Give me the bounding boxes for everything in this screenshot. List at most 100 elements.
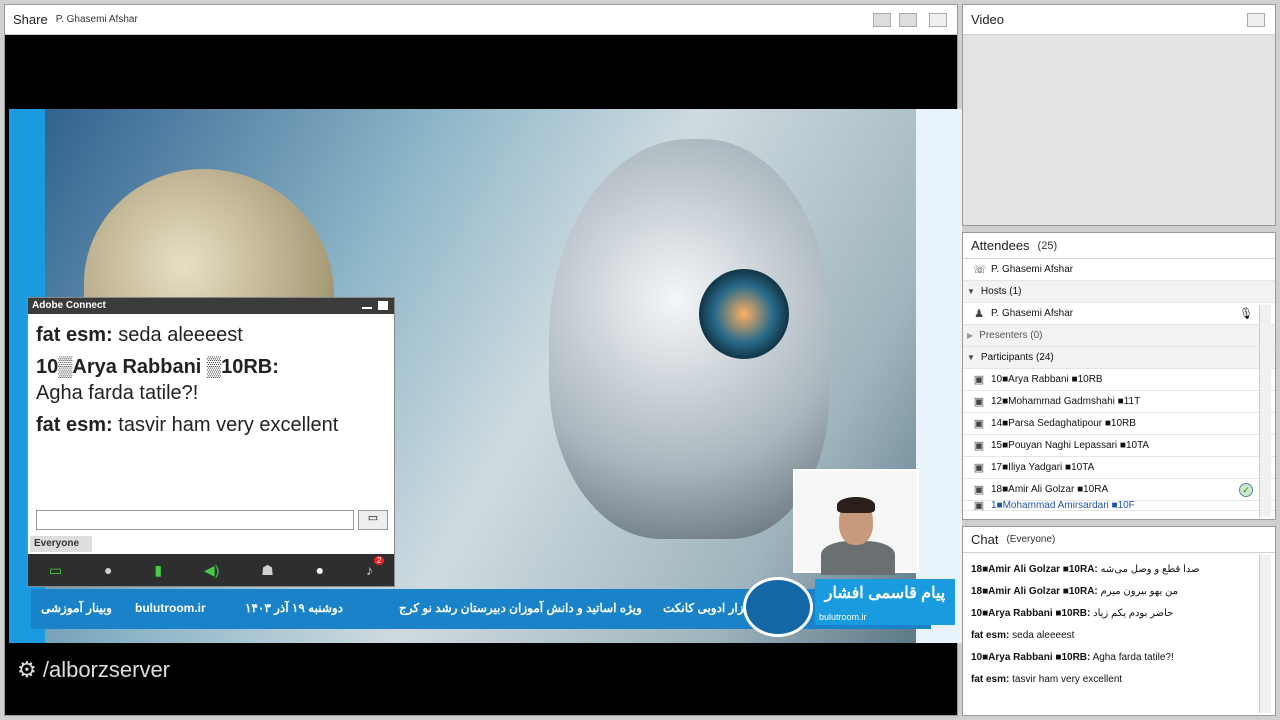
presenter-name: P. Ghasemi Afshar: [55, 14, 138, 25]
webcam-icon[interactable]: ●: [104, 562, 112, 578]
send-button[interactable]: ▭: [358, 510, 388, 530]
watermark-text: /alborzserver: [42, 657, 170, 682]
host-icon: ♟: [974, 307, 984, 320]
participant-name: 17■Iliya Yadgari ■10TA: [991, 462, 1095, 473]
chat-message: 18■Amir Ali Golzar ■10RA: من یهو بیرون م…: [963, 581, 1275, 603]
participant-row[interactable]: ▣ 12■Mohammad Gadmshahi ■11T: [963, 391, 1275, 413]
popup-message: 10▒Arya Rabbani ▒10RB: Agha farda tatile?…: [36, 354, 386, 406]
fit-icon[interactable]: [899, 13, 917, 27]
fullscreen-icon[interactable]: [1247, 13, 1265, 27]
presenter-body: [821, 541, 895, 575]
share-screen-icon[interactable]: ▭: [49, 562, 62, 579]
share-header: Share P. Ghasemi Afshar: [5, 5, 957, 35]
popup-toolbar: ▭ ● ▮ ◀) ☗ ● ♪ 2: [28, 554, 394, 586]
presenters-group[interactable]: ▶ Presenters (0): [963, 325, 1275, 347]
attendees-scrollbar[interactable]: [1259, 305, 1271, 517]
attendees-icon[interactable]: ☗: [261, 562, 274, 579]
message-text: من یهو بیرون میرم: [1100, 586, 1178, 597]
popup-title: Adobe Connect: [32, 300, 106, 311]
banner-text-site: bulutroom.ir: [135, 601, 206, 615]
chat-scrollbar[interactable]: [1259, 555, 1271, 713]
chat-message: 10■Arya Rabbani ■10RB: حاضر بودم یکم زیا…: [963, 603, 1275, 625]
message-sender: 10■Arya Rabbani ■10RB:: [971, 652, 1091, 663]
message-sender: 10■Arya Rabbani ■10RB:: [971, 608, 1091, 619]
message-text: seda aleeeest: [118, 324, 243, 346]
my-status-row[interactable]: ☏ P. Ghasemi Afshar: [963, 259, 1275, 281]
maximize-icon[interactable]: [378, 301, 388, 310]
robot-image: [549, 139, 829, 539]
participant-row[interactable]: ▣ 10■Arya Rabbani ■10RB: [963, 369, 1275, 391]
notification-bell-icon[interactable]: ♪ 2: [366, 556, 385, 578]
popup-message: fat esm: seda aleeeest: [36, 322, 386, 348]
my-name: P. Ghasemi Afshar: [991, 264, 1074, 275]
video-header: Video: [963, 5, 1275, 35]
chat-icon[interactable]: ●: [316, 562, 324, 578]
hosts-group[interactable]: ▼ Hosts (1): [963, 281, 1275, 303]
participant-name: 15■Pouyan Naghi Lepassari ■10TA: [991, 440, 1150, 451]
bulutroom-logo: [743, 577, 813, 637]
fullscreen-icon[interactable]: [929, 13, 947, 27]
chat-pod: Chat (Everyone) 18■Amir Ali Golzar ■10RA…: [962, 526, 1276, 716]
layout-icon[interactable]: [873, 13, 891, 27]
participant-name: 14■Parsa Sedaghatipour ■10RB: [991, 418, 1136, 429]
video-area: [963, 35, 1275, 225]
agree-status-icon: ✓: [1239, 483, 1253, 497]
participant-icon: ▣: [973, 461, 985, 474]
logo-url: bulutroom.ir: [819, 612, 867, 622]
participant-name: 1■Mohammad Amirsardari ■10F: [991, 501, 1135, 511]
share-title: Share: [13, 12, 48, 27]
participant-icon: ▣: [973, 501, 985, 511]
speaker-icon[interactable]: ◀): [204, 562, 219, 579]
audience-selector[interactable]: Everyone: [30, 536, 92, 552]
participant-icon: ▣: [973, 373, 985, 386]
microphone-icon: 🎙: [1239, 308, 1253, 320]
notification-badge: 2: [373, 556, 385, 565]
attendees-pod: Attendees (25) ☏ P. Ghasemi Afshar ▼ Hosts…: [962, 232, 1276, 520]
participant-row[interactable]: ▣ 18■Amir Ali Golzar ■10RA ✓: [963, 479, 1275, 501]
chat-audience[interactable]: (Everyone): [1006, 534, 1055, 545]
channel-watermark: ⚙ /alborzserver: [17, 657, 170, 682]
message-sender: fat esm:: [971, 674, 1010, 685]
popup-titlebar: Adobe Connect: [28, 298, 394, 314]
host-name: P. Ghasemi Afshar: [991, 308, 1074, 319]
banner-text-date: دوشنبه ۱۹ آذر ۱۴۰۳: [245, 601, 344, 615]
chat-message: fat esm: tasvir ham very excellent: [963, 669, 1275, 691]
message-text: Agha farda tatile?!: [1092, 652, 1174, 663]
chat-header: Chat (Everyone): [963, 527, 1275, 553]
participant-row[interactable]: ▣ 14■Parsa Sedaghatipour ■10RB: [963, 413, 1275, 435]
chat-popup: Adobe Connect fat esm: seda aleeeest 10▒…: [27, 297, 395, 587]
minimize-icon[interactable]: [362, 307, 372, 309]
chat-message: fat esm: seda aleeeest: [963, 625, 1275, 647]
host-row[interactable]: ♟ P. Ghasemi Afshar 🎙: [963, 303, 1275, 325]
expand-icon: ▼: [967, 287, 975, 296]
attendees-header: Attendees (25): [963, 233, 1275, 259]
robot-ear-glow: [699, 269, 789, 359]
popup-chat-input[interactable]: [36, 510, 354, 530]
video-title: Video: [971, 12, 1005, 27]
message-text: tasvir ham very excellent: [118, 414, 339, 436]
participant-row[interactable]: ▣ 17■Iliya Yadgari ■10TA: [963, 457, 1275, 479]
message-sender: 18■Amir Ali Golzar ■10RA:: [971, 564, 1098, 575]
chat-title: Chat: [971, 532, 999, 547]
message-text: Agha farda tatile?!: [36, 382, 199, 404]
participants-group[interactable]: ▼ Participants (24): [963, 347, 1275, 369]
microphone-icon[interactable]: ▮: [154, 562, 162, 579]
slide-right-border: [916, 109, 962, 643]
banner-text-software: فزار ادوبی کانکت: [663, 601, 751, 615]
participant-icon: ▣: [973, 439, 985, 452]
hosts-label: Hosts (1): [980, 286, 1022, 297]
attendees-title: Attendees: [971, 238, 1030, 253]
participant-row[interactable]: ▣ 1■Mohammad Amirsardari ■10F: [963, 501, 1275, 511]
message-text: صدا قطع و وصل می‌شه: [1100, 564, 1200, 575]
participant-icon: ▣: [973, 483, 985, 496]
presenters-label: Presenters (0): [979, 330, 1043, 341]
message-sender: fat esm:: [971, 630, 1010, 641]
message-sender: fat esm:: [36, 324, 113, 346]
message-sender: 18■Amir Ali Golzar ■10RA:: [971, 586, 1098, 597]
popup-message: fat esm: tasvir ham very excellent: [36, 412, 386, 438]
banner-text-audience: ویژه اساتید و دانش آموزان دبیرستان رشد ن…: [399, 601, 642, 615]
participant-icon: ▣: [973, 395, 985, 408]
participant-row[interactable]: ▣ 15■Pouyan Naghi Lepassari ■10TA: [963, 435, 1275, 457]
presenter-webcam: [793, 469, 919, 575]
collapse-icon: ▶: [967, 331, 974, 340]
